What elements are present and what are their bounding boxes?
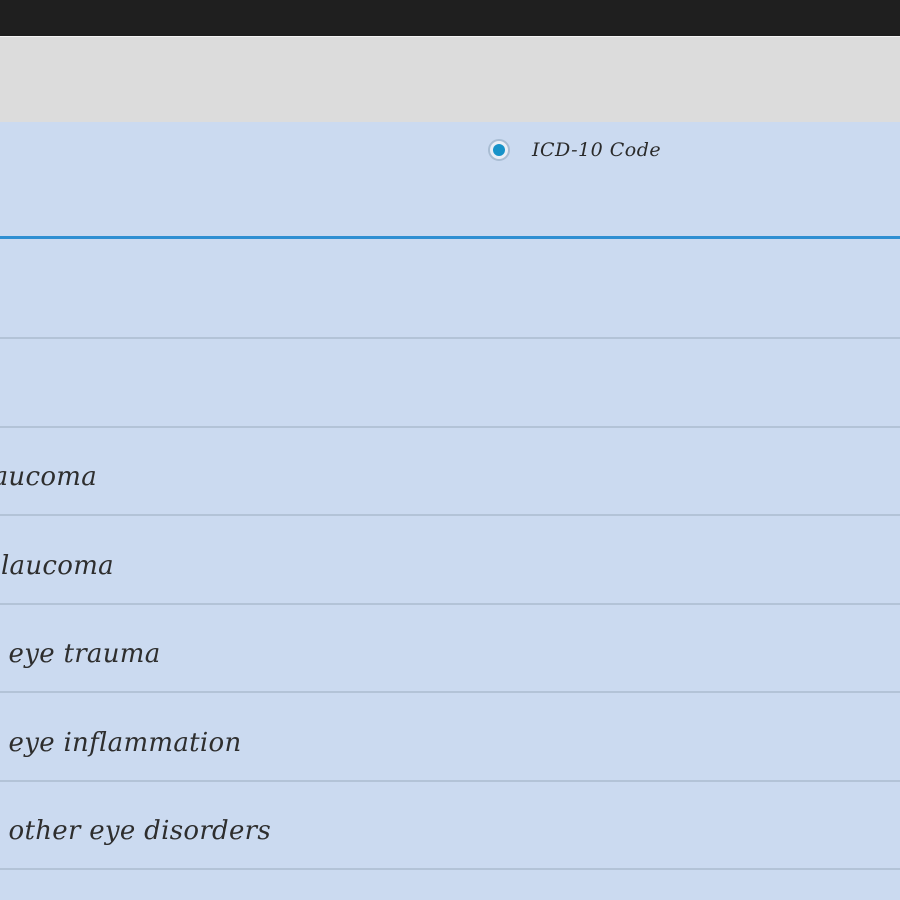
list-item[interactable]: glaucoma (0, 516, 900, 605)
radio-button-icon[interactable] (488, 139, 510, 161)
list-item[interactable]: laucoma (0, 428, 900, 516)
list-item[interactable] (0, 339, 900, 428)
list-item[interactable] (0, 870, 900, 900)
app-toolbar (0, 36, 900, 123)
list-item-label: glaucoma (0, 551, 114, 581)
list-item[interactable]: o eye inflammation (0, 693, 900, 782)
list-item[interactable] (0, 239, 900, 339)
list-item-label: o eye trauma (0, 639, 161, 669)
icd10-code-radio[interactable]: ICD-10 Code (488, 135, 661, 165)
list-item-label: o eye inflammation (0, 728, 242, 758)
list-item[interactable]: o other eye disorders (0, 782, 900, 870)
icd10-code-label: ICD-10 Code (532, 139, 662, 161)
list-item[interactable]: o eye trauma (0, 605, 900, 693)
status-bar (0, 0, 900, 36)
list-item-label: o other eye disorders (0, 816, 272, 846)
list-item-label: laucoma (0, 462, 98, 492)
result-list: laucoma glaucoma o eye trauma o eye infl… (0, 239, 900, 900)
filter-panel (0, 122, 900, 238)
radio-selected-dot (493, 144, 505, 156)
